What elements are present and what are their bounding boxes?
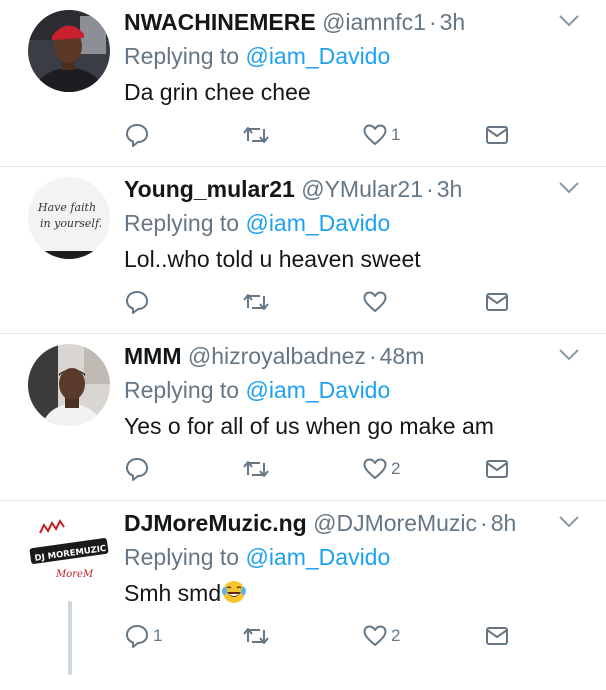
like-count: 2 xyxy=(391,459,401,478)
tweet-item[interactable]: NWACHINEMERE @iamnfc1 · 3h Replying to @ia… xyxy=(0,0,606,167)
display-name[interactable]: DJMoreMuzic.ng xyxy=(124,510,307,536)
user-handle[interactable]: @YMular21 xyxy=(301,176,423,202)
heart-icon xyxy=(363,291,387,312)
mention-link[interactable]: @iam_Davido xyxy=(245,43,390,69)
retweet-icon xyxy=(243,628,269,644)
thread-line xyxy=(68,601,72,675)
envelope-icon xyxy=(486,293,508,311)
mention-link[interactable]: @iam_Davido xyxy=(245,210,390,236)
retweet-icon xyxy=(243,461,269,477)
reply-count: 1 xyxy=(153,626,163,645)
tweet-feed: NWACHINEMERE @iamnfc1 · 3h Replying to @ia… xyxy=(0,0,606,690)
envelope-icon xyxy=(486,460,508,478)
user-handle[interactable]: @iamnfc1 xyxy=(322,9,426,35)
like-button[interactable]: 1 xyxy=(362,122,400,148)
envelope-icon xyxy=(486,126,508,144)
like-button[interactable]: 2 xyxy=(362,456,400,482)
tweet-item[interactable]: MMM @hizroyalbadnez · 48m Replying to @iam… xyxy=(0,334,606,501)
retweet-icon xyxy=(243,127,269,143)
separator-dot: · xyxy=(426,176,434,202)
tweet-item[interactable]: DJ MOREMUZIC MoreM DJMoreMuzic.ng @DJMor… xyxy=(0,501,606,690)
replying-to: Replying to @iam_Davido xyxy=(124,543,390,571)
replying-to: Replying to @iam_Davido xyxy=(124,376,390,404)
chevron-down-icon[interactable] xyxy=(558,14,580,28)
avatar-text-line-2: MoreM xyxy=(55,569,94,580)
reply-button[interactable] xyxy=(124,289,153,315)
avatar-text-line-1: Have faith xyxy=(37,201,96,214)
heart-icon xyxy=(363,124,387,145)
direct-message-button[interactable] xyxy=(484,456,510,482)
retweet-icon xyxy=(243,294,269,310)
avatar-text-line-2: in yourself. xyxy=(40,217,102,230)
timestamp[interactable]: 8h xyxy=(491,510,517,536)
display-name[interactable]: NWACHINEMERE xyxy=(124,9,316,35)
like-count: 2 xyxy=(391,626,401,645)
separator-dot: · xyxy=(480,510,488,536)
action-bar: 1 2 xyxy=(124,623,514,649)
reply-button[interactable] xyxy=(124,122,153,148)
replying-to: Replying to @iam_Davido xyxy=(124,209,390,237)
mention-link[interactable]: @iam_Davido xyxy=(245,377,390,403)
like-button[interactable]: 2 xyxy=(362,623,400,649)
replying-to: Replying to @iam_Davido xyxy=(124,42,390,70)
avatar[interactable]: Have faith in yourself. xyxy=(28,177,110,259)
chevron-down-icon[interactable] xyxy=(558,515,580,529)
tweet-text: Smh smd xyxy=(124,579,247,607)
separator-dot: · xyxy=(368,343,377,369)
action-bar: 1 xyxy=(124,122,514,148)
chevron-down-icon[interactable] xyxy=(558,181,580,195)
reply-button[interactable]: 1 xyxy=(124,623,162,649)
avatar[interactable] xyxy=(28,10,110,92)
tweet-text: Da grin chee chee xyxy=(124,79,311,105)
replying-to-label: Replying to xyxy=(124,377,240,403)
action-bar: 2 xyxy=(124,456,514,482)
timestamp[interactable]: 48m xyxy=(380,343,425,369)
mention-link[interactable]: @iam_Davido xyxy=(245,544,390,570)
tweet-item[interactable]: Have faith in yourself. Young_mular21 @Y… xyxy=(0,167,606,334)
tweet-header: DJMoreMuzic.ng @DJMoreMuzic · 8h xyxy=(124,509,516,537)
envelope-icon xyxy=(486,627,508,645)
replying-to-label: Replying to xyxy=(124,210,240,236)
direct-message-button[interactable] xyxy=(484,623,510,649)
laughing-tears-emoji-icon xyxy=(222,581,247,603)
separator-dot: · xyxy=(428,9,437,35)
timestamp[interactable]: 3h xyxy=(440,9,466,35)
action-bar xyxy=(124,289,514,315)
display-name[interactable]: MMM xyxy=(124,343,181,369)
avatar[interactable]: DJ MOREMUZIC MoreM xyxy=(28,511,110,593)
direct-message-button[interactable] xyxy=(484,122,510,148)
chevron-down-icon[interactable] xyxy=(558,348,580,362)
tweet-header: Young_mular21 @YMular21 · 3h xyxy=(124,175,462,203)
retweet-button[interactable] xyxy=(242,623,270,649)
like-button[interactable] xyxy=(362,289,391,315)
user-handle[interactable]: @DJMoreMuzic xyxy=(313,510,477,536)
user-handle[interactable]: @hizroyalbadnez xyxy=(188,343,366,369)
direct-message-button[interactable] xyxy=(484,289,510,315)
retweet-button[interactable] xyxy=(242,122,270,148)
replying-to-label: Replying to xyxy=(124,544,240,570)
heart-icon xyxy=(363,625,387,646)
reply-icon xyxy=(126,291,148,314)
tweet-header: NWACHINEMERE @iamnfc1 · 3h xyxy=(124,8,465,36)
tweet-text-content: Smh smd xyxy=(124,580,222,606)
reply-icon xyxy=(126,124,148,147)
replying-to-label: Replying to xyxy=(124,43,240,69)
display-name[interactable]: Young_mular21 xyxy=(124,176,295,202)
avatar[interactable] xyxy=(28,344,110,426)
reply-icon xyxy=(126,625,148,648)
reply-icon xyxy=(126,458,148,481)
retweet-button[interactable] xyxy=(242,289,270,315)
retweet-button[interactable] xyxy=(242,456,270,482)
tweet-text: Yes o for all of us when go make am xyxy=(124,413,494,439)
heart-icon xyxy=(363,458,387,479)
timestamp[interactable]: 3h xyxy=(437,176,463,202)
tweet-header: MMM @hizroyalbadnez · 48m xyxy=(124,342,424,370)
tweet-text: Lol..who told u heaven sweet xyxy=(124,246,421,272)
reply-button[interactable] xyxy=(124,456,153,482)
like-count: 1 xyxy=(391,125,401,144)
